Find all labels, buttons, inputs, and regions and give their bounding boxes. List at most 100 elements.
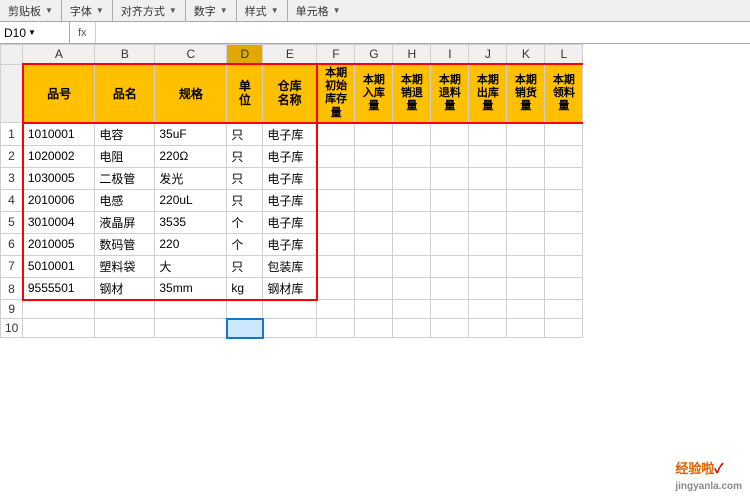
- cell-H4[interactable]: [393, 189, 431, 211]
- cell-K7[interactable]: [507, 255, 545, 277]
- cell-F4[interactable]: [317, 189, 355, 211]
- cell-B3[interactable]: 二极管: [95, 167, 155, 189]
- cell-A3[interactable]: 1030005: [23, 167, 95, 189]
- cell-I10[interactable]: [431, 319, 469, 338]
- cell-E4[interactable]: 电子库: [263, 189, 317, 211]
- toolbar-number[interactable]: 数字 ▼: [186, 0, 237, 21]
- cell-C6[interactable]: 220: [155, 233, 227, 255]
- cell-L4[interactable]: [545, 189, 583, 211]
- cell-A10[interactable]: [23, 319, 95, 338]
- cell-G3[interactable]: [355, 167, 393, 189]
- cell-J6[interactable]: [469, 233, 507, 255]
- cell-L10[interactable]: [545, 319, 583, 338]
- cell-I1[interactable]: [431, 123, 469, 146]
- cell-H7[interactable]: [393, 255, 431, 277]
- cell-L6[interactable]: [545, 233, 583, 255]
- cell-H2[interactable]: [393, 145, 431, 167]
- cell-C1[interactable]: 35uF: [155, 123, 227, 146]
- col-header-I[interactable]: I: [431, 45, 469, 65]
- cell-C10[interactable]: [155, 319, 227, 338]
- cell-J10[interactable]: [469, 319, 507, 338]
- cell-J2[interactable]: [469, 145, 507, 167]
- cell-E6[interactable]: 电子库: [263, 233, 317, 255]
- cell-I3[interactable]: [431, 167, 469, 189]
- cell-C8[interactable]: 35mm: [155, 277, 227, 300]
- cell-D3[interactable]: 只: [227, 167, 263, 189]
- cell-A4[interactable]: 2010006: [23, 189, 95, 211]
- cell-J3[interactable]: [469, 167, 507, 189]
- cell-F6[interactable]: [317, 233, 355, 255]
- cell-K9[interactable]: [507, 300, 545, 319]
- cell-E5[interactable]: 电子库: [263, 211, 317, 233]
- cell-G8[interactable]: [355, 277, 393, 300]
- cell-G4[interactable]: [355, 189, 393, 211]
- cell-B7[interactable]: 塑料袋: [95, 255, 155, 277]
- cell-D1[interactable]: 只: [227, 123, 263, 146]
- cell-B8[interactable]: 钢材: [95, 277, 155, 300]
- cell-B5[interactable]: 液晶屏: [95, 211, 155, 233]
- cell-A5[interactable]: 3010004: [23, 211, 95, 233]
- cell-K10[interactable]: [507, 319, 545, 338]
- cell-A7[interactable]: 5010001: [23, 255, 95, 277]
- cell-H3[interactable]: [393, 167, 431, 189]
- cell-E1[interactable]: 电子库: [263, 123, 317, 146]
- cell-I8[interactable]: [431, 277, 469, 300]
- cell-L9[interactable]: [545, 300, 583, 319]
- cell-B1[interactable]: 电容: [95, 123, 155, 146]
- toolbar-cell[interactable]: 单元格 ▼: [288, 0, 349, 21]
- cell-A8[interactable]: 9555501: [23, 277, 95, 300]
- cell-K4[interactable]: [507, 189, 545, 211]
- toolbar-font[interactable]: 字体 ▼: [62, 0, 113, 21]
- cell-F9[interactable]: [317, 300, 355, 319]
- cell-K6[interactable]: [507, 233, 545, 255]
- cell-D6[interactable]: 个: [227, 233, 263, 255]
- cell-D5[interactable]: 个: [227, 211, 263, 233]
- col-header-D[interactable]: D: [227, 45, 263, 65]
- cell-E2[interactable]: 电子库: [263, 145, 317, 167]
- cell-K2[interactable]: [507, 145, 545, 167]
- cell-I2[interactable]: [431, 145, 469, 167]
- cell-K8[interactable]: [507, 277, 545, 300]
- col-header-H[interactable]: H: [393, 45, 431, 65]
- cell-K5[interactable]: [507, 211, 545, 233]
- cell-A1[interactable]: 1010001: [23, 123, 95, 146]
- cell-L2[interactable]: [545, 145, 583, 167]
- cell-D4[interactable]: 只: [227, 189, 263, 211]
- cell-D10[interactable]: [227, 319, 263, 338]
- cell-D8[interactable]: kg: [227, 277, 263, 300]
- cell-F3[interactable]: [317, 167, 355, 189]
- cell-J4[interactable]: [469, 189, 507, 211]
- cell-L7[interactable]: [545, 255, 583, 277]
- cell-H1[interactable]: [393, 123, 431, 146]
- cell-A9[interactable]: [23, 300, 95, 319]
- col-header-K[interactable]: K: [507, 45, 545, 65]
- cell-F8[interactable]: [317, 277, 355, 300]
- cell-C7[interactable]: 大: [155, 255, 227, 277]
- cell-G9[interactable]: [355, 300, 393, 319]
- cell-C2[interactable]: 220Ω: [155, 145, 227, 167]
- toolbar-style[interactable]: 样式 ▼: [237, 0, 288, 21]
- cell-F1[interactable]: [317, 123, 355, 146]
- cell-G1[interactable]: [355, 123, 393, 146]
- cell-G5[interactable]: [355, 211, 393, 233]
- cell-J5[interactable]: [469, 211, 507, 233]
- col-header-F[interactable]: F: [317, 45, 355, 65]
- cell-F7[interactable]: [317, 255, 355, 277]
- col-header-C[interactable]: C: [155, 45, 227, 65]
- cell-L5[interactable]: [545, 211, 583, 233]
- cell-C3[interactable]: 发光: [155, 167, 227, 189]
- col-header-E[interactable]: E: [263, 45, 317, 65]
- toolbar-alignment[interactable]: 对齐方式 ▼: [113, 0, 186, 21]
- cell-I7[interactable]: [431, 255, 469, 277]
- cell-E7[interactable]: 包装库: [263, 255, 317, 277]
- cell-G2[interactable]: [355, 145, 393, 167]
- cell-H10[interactable]: [393, 319, 431, 338]
- col-header-A[interactable]: A: [23, 45, 95, 65]
- cell-E10[interactable]: [263, 319, 317, 338]
- cell-E3[interactable]: 电子库: [263, 167, 317, 189]
- cell-E9[interactable]: [263, 300, 317, 319]
- cell-I6[interactable]: [431, 233, 469, 255]
- cell-E8[interactable]: 钢材库: [263, 277, 317, 300]
- cell-L1[interactable]: [545, 123, 583, 146]
- col-header-G[interactable]: G: [355, 45, 393, 65]
